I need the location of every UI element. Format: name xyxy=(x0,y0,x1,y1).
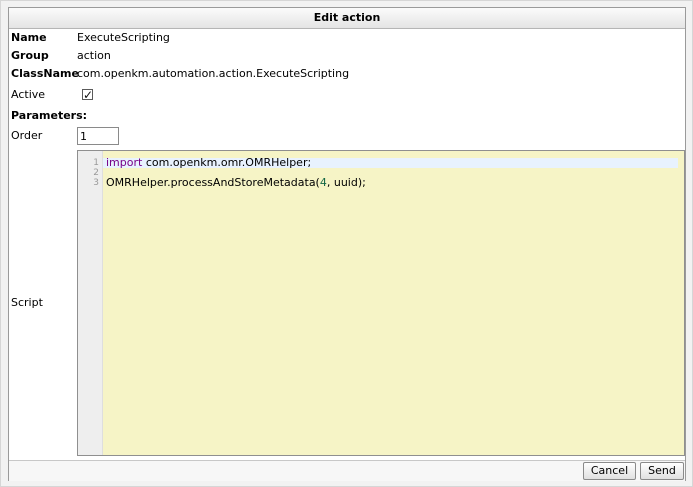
active-label: Active xyxy=(11,88,46,101)
line-number-gutter: 1 2 3 xyxy=(78,151,103,455)
group-label: Group xyxy=(11,49,49,62)
call-prefix: OMRHelper.processAndStoreMetadata( xyxy=(106,176,320,189)
import-keyword: import xyxy=(106,156,143,169)
line-number: 3 xyxy=(93,178,99,188)
classname-value: com.openkm.automation.action.ExecuteScri… xyxy=(77,67,350,80)
call-suffix: , uuid); xyxy=(326,176,366,189)
group-value: action xyxy=(77,49,111,62)
dialog-footer: Cancel Send xyxy=(9,460,685,481)
import-path: com.openkm.omr.OMRHelper; xyxy=(142,156,312,169)
page-background: Edit action Name ExecuteScripting Group … xyxy=(0,0,693,487)
send-button[interactable]: Send xyxy=(640,462,684,480)
name-label: Name xyxy=(11,31,47,44)
cancel-button[interactable]: Cancel xyxy=(583,462,636,480)
check-icon: ✓ xyxy=(83,88,94,102)
number-literal: 4 xyxy=(319,176,327,189)
order-input[interactable] xyxy=(77,127,119,145)
dialog-title: Edit action xyxy=(9,8,685,29)
classname-label: ClassName xyxy=(11,67,79,80)
line-number: 2 xyxy=(93,168,99,178)
line-number: 1 xyxy=(93,158,99,168)
edit-action-dialog: Edit action Name ExecuteScripting Group … xyxy=(8,7,686,481)
script-label: Script xyxy=(11,296,43,309)
name-value: ExecuteScripting xyxy=(77,31,170,44)
parameters-heading: Parameters: xyxy=(11,109,88,122)
script-editor[interactable]: 1 2 3 import com.openkm.omr.OMRHelper; O… xyxy=(77,150,685,456)
order-label: Order xyxy=(11,129,43,142)
active-checkbox[interactable]: ✓ xyxy=(82,88,94,102)
code-line-1: import com.openkm.omr.OMRHelper; xyxy=(106,156,312,169)
code-line-3: OMRHelper.processAndStoreMetadata(4, uui… xyxy=(106,176,366,189)
